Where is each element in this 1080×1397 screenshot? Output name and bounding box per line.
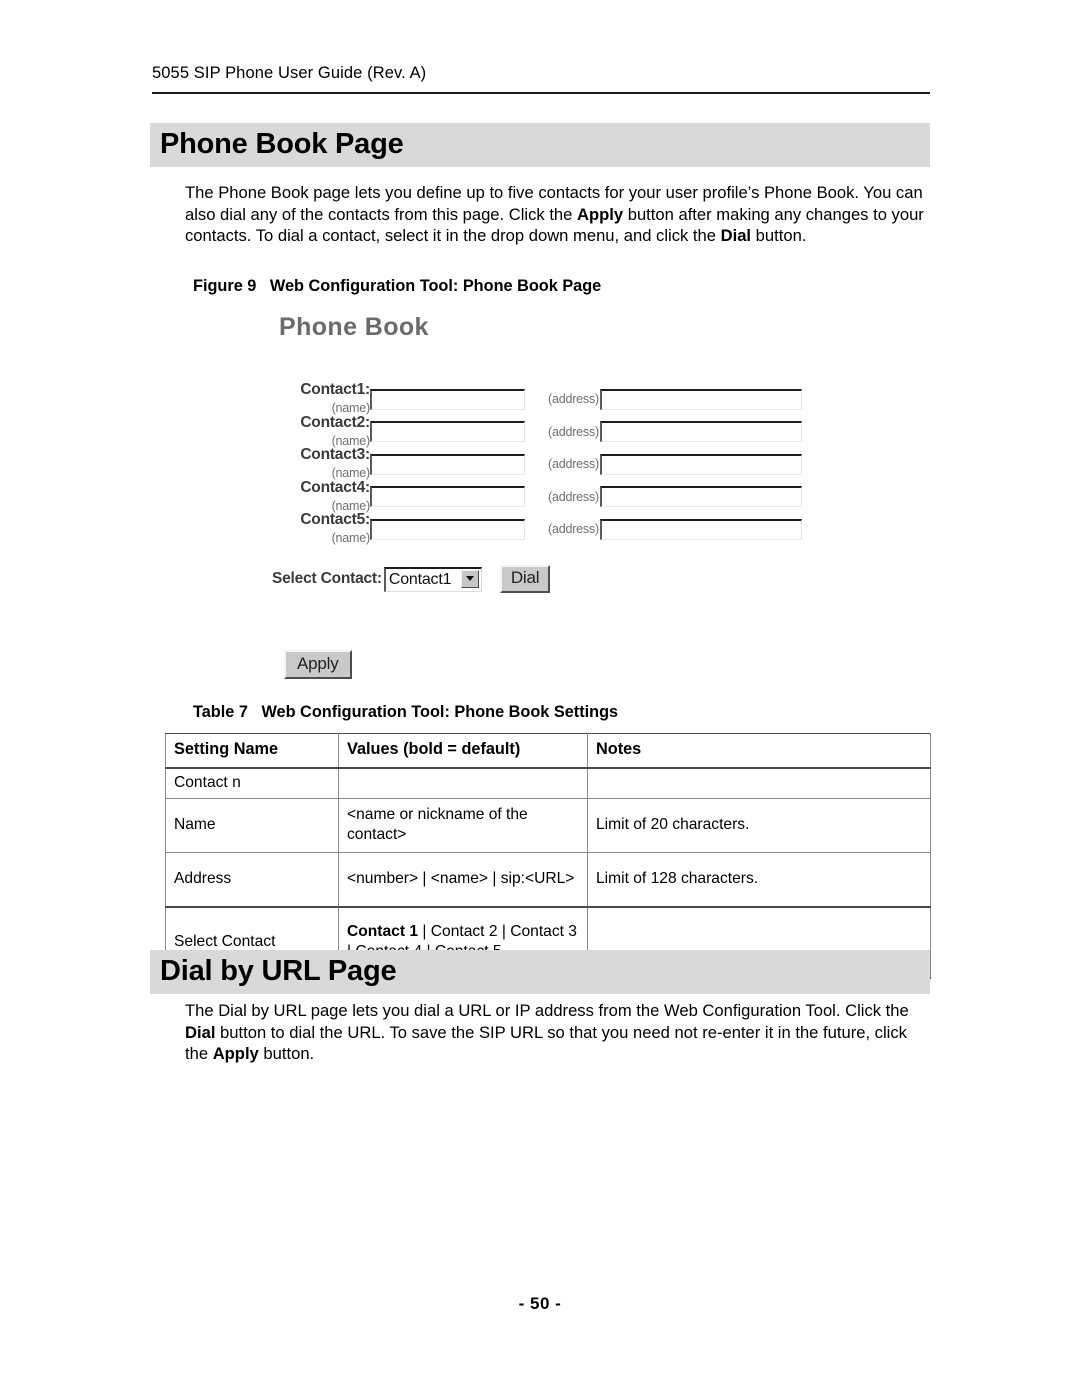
contact1-address-input[interactable] xyxy=(600,388,802,410)
chevron-down-icon[interactable] xyxy=(460,569,479,588)
cell-notes: Limit of 128 characters. xyxy=(587,851,931,907)
contact5-name-input[interactable] xyxy=(370,518,525,540)
contact-label-text: Contact5: xyxy=(300,511,370,529)
address-sub-label: (address) xyxy=(548,424,599,439)
address-sub-label: (address) xyxy=(548,392,599,407)
contact-label: Contact5: (name) xyxy=(278,511,370,547)
table-row: Contact n xyxy=(165,767,931,799)
dial-button[interactable]: Dial xyxy=(499,565,551,593)
web-config-tool-screenshot: Phone Book Contact1:(name) (address) Con… xyxy=(150,305,930,690)
table-caption: Table 7 Web Configuration Tool: Phone Bo… xyxy=(193,703,619,721)
emphasis-text: Apply xyxy=(577,204,624,224)
section-heading-label: Phone Book Page xyxy=(160,128,404,160)
select-contact-dropdown[interactable]: Contact1 xyxy=(383,566,482,592)
table-row: Address <number> | <name> | sip:<URL> Li… xyxy=(165,851,931,907)
section-heading-label: Dial by URL Page xyxy=(160,955,397,987)
paragraph-text: button. xyxy=(751,226,807,245)
contact-label-text: Contact3: xyxy=(300,446,370,464)
paragraph-text: The Dial by URL page lets you dial a URL… xyxy=(185,1001,909,1020)
paragraph-text: button. xyxy=(258,1044,315,1063)
address-sub-label: (address) xyxy=(548,457,599,472)
contact3-name-input[interactable] xyxy=(370,453,525,475)
apply-button[interactable]: Apply xyxy=(284,650,352,679)
cell-values xyxy=(338,767,588,799)
figure-caption: Figure 9 Web Configuration Tool: Phone B… xyxy=(193,277,602,295)
section-heading-dial-by-url-page: Dial by URL Page xyxy=(150,950,930,994)
cell-setting-name: Name xyxy=(165,797,339,853)
contact5-address-input[interactable] xyxy=(600,518,802,540)
address-sub-label: (address) xyxy=(548,522,599,537)
column-header-values: Values (bold = default) xyxy=(338,733,588,769)
page-number-footer: - 50 - xyxy=(518,1294,562,1313)
section-heading-phone-book-page: Phone Book Page xyxy=(150,123,930,167)
emphasis-text: Dial xyxy=(185,1022,216,1042)
contact-label-text: Contact1: xyxy=(300,381,370,399)
contact-rows-container: Contact1:(name) (address) Contact2:(name… xyxy=(150,381,930,547)
emphasis-text: Apply xyxy=(212,1044,259,1063)
contact4-address-input[interactable] xyxy=(600,486,802,508)
header-rule xyxy=(152,92,930,94)
contact-label: Contact2:(name) xyxy=(278,414,370,450)
running-header: 5055 SIP Phone User Guide (Rev. A) xyxy=(152,64,427,82)
contact2-name-input[interactable] xyxy=(370,421,525,443)
contact-label-text: Contact2: xyxy=(300,413,370,431)
address-sub-label: (address) xyxy=(548,489,599,504)
contact-row: Contact1:(name) (address) xyxy=(150,381,930,417)
contact-row: Contact4:(name) (address) xyxy=(150,479,930,515)
contact-label-text: Contact4: xyxy=(300,478,370,496)
document-page: 5055 SIP Phone User Guide (Rev. A) Phone… xyxy=(0,0,1080,1397)
cell-setting-name: Address xyxy=(165,851,339,907)
contact4-name-input[interactable] xyxy=(370,486,525,508)
dial-by-url-paragraph: The Dial by URL page lets you dial a URL… xyxy=(185,1000,933,1065)
phone-book-intro-paragraph: The Phone Book page lets you define up t… xyxy=(185,182,933,247)
table-row: Name <name or nickname of the contact> L… xyxy=(165,797,931,853)
contact-row: Contact3:(name) (address) xyxy=(150,446,930,482)
cell-values-default: Contact 1 xyxy=(347,923,419,940)
column-header-notes: Notes xyxy=(587,733,931,769)
contact-row: Contact5: (name) (address) xyxy=(150,511,930,547)
emphasis-text: Dial xyxy=(720,226,752,245)
contact2-address-input[interactable] xyxy=(600,421,802,443)
name-sub-label: (name) xyxy=(331,531,371,546)
phone-book-title: Phone Book xyxy=(279,313,429,341)
contact-label: Contact1:(name) xyxy=(278,381,370,417)
contact-row: Contact2:(name) (address) xyxy=(150,414,930,450)
cell-values: <name or nickname of the contact> xyxy=(338,797,588,853)
cell-setting-name: Contact n xyxy=(165,767,339,799)
contact-label: Contact4:(name) xyxy=(278,479,370,515)
cell-notes: Limit of 20 characters. xyxy=(587,797,931,853)
column-header-setting-name: Setting Name xyxy=(165,733,339,769)
contact-label: Contact3:(name) xyxy=(278,446,370,482)
select-contact-row: Select Contact: Contact1 Dial xyxy=(150,565,551,593)
contact3-address-input[interactable] xyxy=(600,453,802,475)
cell-notes xyxy=(587,767,931,799)
select-contact-label: Select Contact: xyxy=(272,570,382,587)
cell-values: <number> | <name> | sip:<URL> xyxy=(338,851,588,907)
phone-book-settings-table: Setting Name Values (bold = default) Not… xyxy=(165,733,931,979)
contact1-name-input[interactable] xyxy=(370,388,525,410)
select-contact-value: Contact1 xyxy=(388,570,452,588)
table-header-row: Setting Name Values (bold = default) Not… xyxy=(165,733,931,769)
